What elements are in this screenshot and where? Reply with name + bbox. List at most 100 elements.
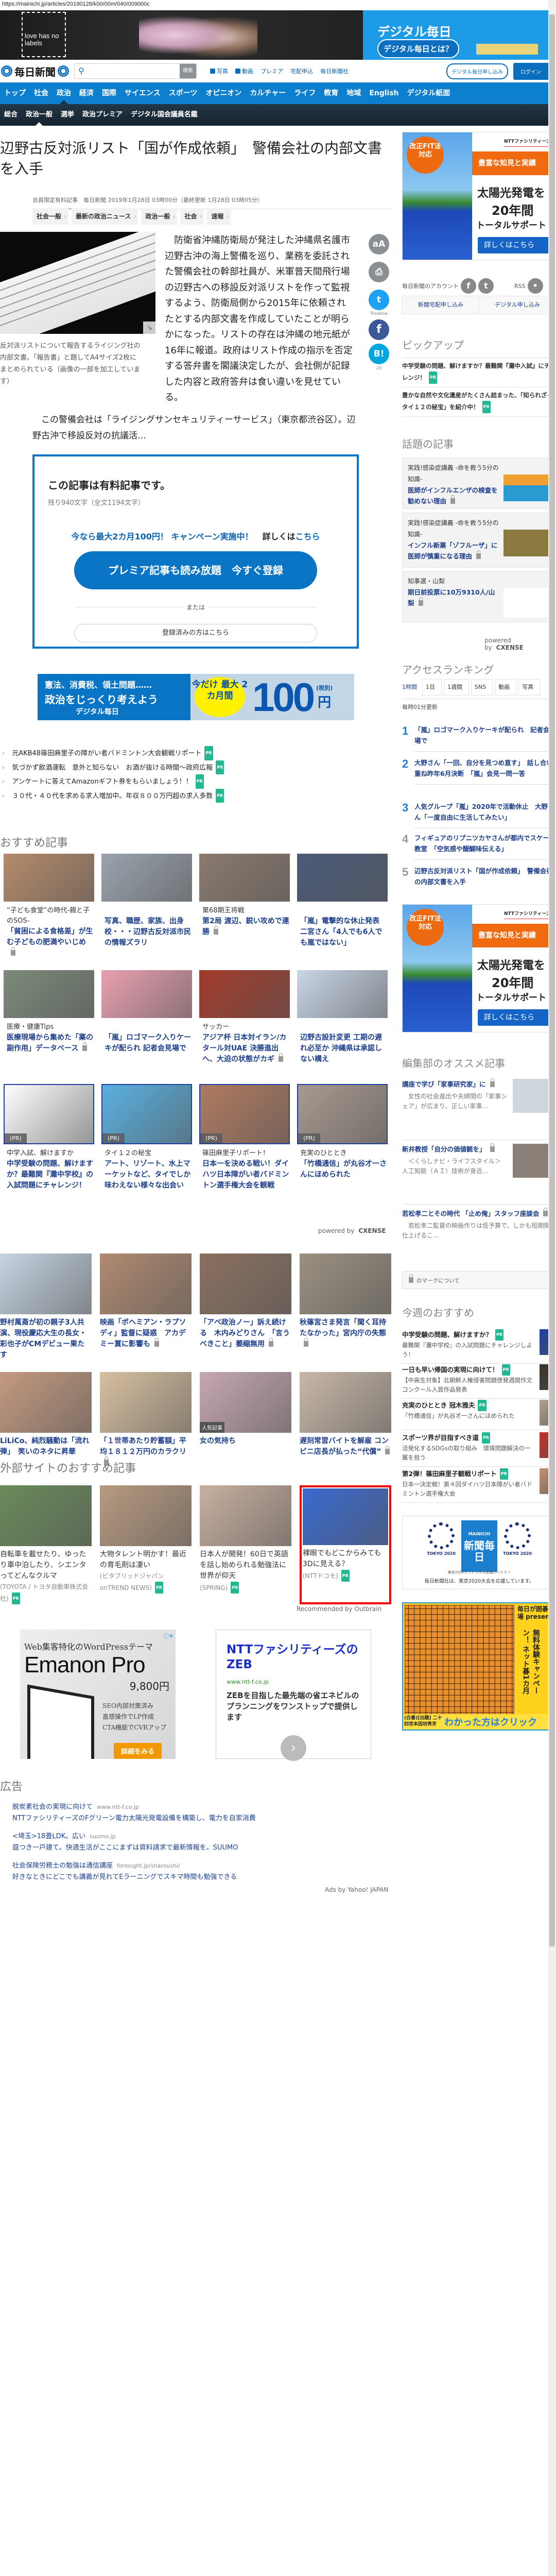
pr-card[interactable]: (PR) 中学入試、解けますか 中学受験の問題、解けますか？最難関『灘中学校』の… bbox=[4, 1084, 94, 1191]
rss-icon[interactable]: • bbox=[527, 278, 543, 294]
registered-login-button[interactable]: 登録済みの方はこちら bbox=[74, 624, 317, 642]
scrollbar-thumb[interactable] bbox=[549, 14, 555, 1946]
nav-item[interactable]: トップ bbox=[0, 82, 30, 104]
details-link[interactable]: こちら bbox=[296, 532, 320, 541]
recommended-card[interactable]: 辺野古設計変更 工期の遅れ必至か 沖縄県は承認しない構え bbox=[297, 970, 388, 1065]
twitter-icon[interactable]: t bbox=[478, 278, 494, 294]
outbrain-card[interactable]: 大物タレント明かす！最近の育毛剤は凄い (ビタブリッドジャパン onTREND … bbox=[100, 1485, 192, 1604]
weekly-item[interactable]: 充実のひととき 冠木雅夫 PR 「竹橋通信」が丸谷才一さんにほめられた bbox=[402, 1400, 548, 1430]
emanon-pro-ad[interactable]: ⓘ✕ Web集客特化のWordPressテーマ Emanon Pro 9,800… bbox=[20, 1630, 176, 1759]
more-article-card[interactable]: 遅刻常習バイトを解雇 コンビニ店長が払った“代償” bbox=[300, 1372, 391, 1468]
nav-item[interactable]: 政治 bbox=[53, 82, 75, 104]
pickup-item[interactable]: 豊かな自然や文化遺産がたくさん詰まった、「知られざるタイ１２の秘宝」を紹介中！ P… bbox=[402, 387, 548, 417]
nav-item[interactable]: 経済 bbox=[75, 82, 98, 104]
pr-link[interactable]: 気づかず飲酒運転 意外と知らない お酒が抜ける時間～政府広報PR bbox=[0, 760, 360, 774]
font-size-button[interactable]: aA bbox=[369, 234, 389, 255]
tag-link[interactable]: 政治一般 bbox=[141, 208, 178, 225]
subnav-item[interactable]: 総合 bbox=[0, 104, 22, 126]
recommended-card[interactable]: 「嵐」ロゴマーク入りケーキが配られ 記者会見場で bbox=[101, 970, 192, 1065]
nav-item[interactable]: 社会 bbox=[30, 82, 53, 104]
yahoo-ads-credit[interactable]: Ads by Yahoo! JAPAN bbox=[325, 1886, 388, 1893]
recommended-card[interactable]: サッカー アジア杯 日本対イラン/カタール対UAE 決勝進出へ、大迫の状態がカギ bbox=[199, 970, 290, 1065]
ad-button[interactable]: 詳しくはこちら bbox=[478, 237, 548, 253]
topic-card[interactable]: 実践!感染症講義 -命を救う5分の知識- 医師がインフルエンザの検査を勧めない理由 bbox=[402, 457, 548, 509]
tag-link[interactable]: 社会一般 bbox=[32, 208, 69, 225]
outbrain-card[interactable]: 裸眼でもどこからみても3Dに見える？ (NTTドコモ) PR bbox=[300, 1485, 391, 1604]
solar-ad[interactable]: 改正FIT法対応 NTTファシリティーズ 豊富な知見と実績 太陽光発電を 20年… bbox=[402, 904, 548, 1032]
recommended-card[interactable]: 写真、職歴、家族、出身校・・・辺野古反対派市民の情報ズラリ bbox=[101, 854, 192, 959]
powered-by-cxense[interactable]: powered by CXENSE bbox=[318, 1227, 386, 1234]
subnav-item[interactable]: デジタル国会議員名鑑 bbox=[127, 104, 202, 126]
expand-icon[interactable]: ↘ bbox=[143, 321, 155, 334]
pr-card[interactable]: (PR) 篠田麻里子リポート！ 日本一を決める戦い！ダイハツ日本障がい者バドミン… bbox=[199, 1084, 290, 1191]
pickup-item[interactable]: 中学受験の問題、解けますか？最難関『灘中入試』にチャレンジ！ PR bbox=[402, 358, 548, 387]
tag-link[interactable]: 最新の政治ニュース bbox=[72, 208, 138, 225]
ranking-item[interactable]: 5 辺野古反対派リスト「国が作成依頼」 警備会社の内部文書を入手 bbox=[402, 866, 548, 892]
tab-1week[interactable]: 1週間 bbox=[444, 679, 469, 696]
go-puzzle-ad[interactable]: 毎日が囲碁道場 presents 無料体験キャンペーン！ ネット碁1カ月 (白番… bbox=[402, 1602, 548, 1731]
digital-campaign-banner[interactable]: 憲法、消費税、領土問題…… 政治をじっくり考えよう デジタル毎日 今だけ 最大 … bbox=[38, 674, 354, 720]
pr-link[interactable]: ３０代・４０代を求める求人増加中。年収８００万円超の求人多数PR bbox=[0, 788, 360, 803]
editor-pick[interactable]: 講座で学び「家事研究家」に 女性の社会進出や夫婦間の「家事シェア」が広まり、正しい… bbox=[402, 1078, 548, 1113]
editor-pick[interactable]: 新井教授「自分の価値観を」 ＜くらしナビ・ライフスタイル＞ 人工知能（ＡＩ）技術が… bbox=[402, 1143, 548, 1178]
weekly-item[interactable]: 一日も早い帰国の実現に向けて！ PR 【中高生対象】北朝鮮人権侵害問題啓発週間作文コ… bbox=[402, 1364, 548, 1399]
print-icon[interactable]: ⎙ bbox=[369, 262, 389, 282]
tag-link[interactable]: 社会 bbox=[180, 208, 204, 225]
subscribe-button[interactable]: プレミア記事も読み放題 今すぐ登録 bbox=[74, 551, 317, 589]
video-link[interactable]: 動画 bbox=[235, 67, 253, 75]
weekly-item[interactable]: 中学受験の問題、解けますか？ PR 最難関『灘中学校』の入試問題にチャレンジしよう！ bbox=[402, 1329, 548, 1364]
pr-link[interactable]: アンケートに答えてAmazonギフト券をもらいましょう！！PR bbox=[0, 774, 360, 789]
tab-sns[interactable]: SNS bbox=[471, 679, 493, 696]
weekly-item[interactable]: 第2弾！篠田麻里子観戦リポート PR 日本一決定戦！第４回ダイハツ日本障がい者バドミ… bbox=[402, 1468, 548, 1503]
nav-item[interactable]: オピニオン bbox=[201, 82, 246, 104]
text-ad[interactable]: 脱炭素社会の実現に向けて www.ntt-f.co.jp NTTファシリティーズの… bbox=[12, 1802, 256, 1824]
nav-item[interactable]: 地域 bbox=[342, 82, 365, 104]
powered-by-cxense[interactable]: powered by CXENSE bbox=[484, 637, 548, 651]
tab-photo[interactable]: 写真 bbox=[518, 679, 541, 696]
subnav-item[interactable]: 政治プレミア bbox=[78, 104, 127, 126]
photo-link[interactable]: 写真 bbox=[210, 67, 228, 75]
more-article-card[interactable]: LiLiCo、純烈騒動は「流れ弾」 笑いのネタに昇華 bbox=[0, 1372, 92, 1468]
site-logo[interactable]: 毎日新聞 bbox=[1, 64, 69, 79]
subnav-item[interactable]: 政治一般 bbox=[22, 104, 57, 126]
ranking-item[interactable]: 2 大野さん「一回、自分を見つめ直す」 話し合い重ね昨年6月決断 「嵐」会見一問一… bbox=[402, 757, 548, 785]
more-article-card[interactable]: 「アベ政治ノー」訴え続ける 木内みどりさん 「言うべきこと」萎縮無用 bbox=[200, 1253, 291, 1361]
more-article-card[interactable]: 野村萬斎が初の親子3人共演、現役慶応大生の長女・彩也子がCMデビュー果たす bbox=[0, 1253, 92, 1361]
recommended-card[interactable]: “子ども食堂”の時代-親と子のSOS- 「貧困による食格差」が生む子どもの肥満や… bbox=[4, 854, 94, 959]
company-link[interactable]: 毎日新聞社 bbox=[320, 67, 349, 75]
nav-item[interactable]: カルチャー bbox=[246, 82, 290, 104]
topic-card[interactable]: 知事選・山梨 期日前投票に10万9310人/山梨 bbox=[402, 571, 548, 622]
article-photo[interactable]: ↘ bbox=[0, 232, 155, 334]
nav-item[interactable]: サイエンス bbox=[120, 82, 165, 104]
more-article-card[interactable]: 映画「ボヘミアン・ラプソディ」監督に疑惑 アカデミー賞に影響も bbox=[100, 1253, 192, 1361]
love-has-no-labels-ad[interactable]: love has no labels bbox=[0, 10, 363, 60]
nav-item[interactable]: 国際 bbox=[98, 82, 120, 104]
pr-link[interactable]: 元AKB48篠田麻里子の障がい者バドミントン大会観戦リポートPR bbox=[0, 746, 360, 760]
ad-close-icon[interactable]: ⓘ✕ bbox=[163, 1632, 173, 1640]
ad-button[interactable]: 詳しくはこちら bbox=[478, 1009, 548, 1026]
address-bar-url[interactable]: https://mainichi.jp/articles/20190128/k0… bbox=[2, 1, 150, 7]
editor-pick[interactable]: 若松孝二とその時代 「止め俺」スタッフ座談会 若松孝二監督の映画作りは低予算で、し… bbox=[402, 1208, 548, 1241]
search-input[interactable] bbox=[88, 64, 180, 78]
more-article-card[interactable]: 「１世帯あたり貯蓄額」平均１８１２万円のカラクリ bbox=[100, 1372, 192, 1468]
tab-1day[interactable]: 1日 bbox=[422, 679, 442, 696]
chevron-right-icon[interactable]: › bbox=[281, 1735, 306, 1761]
tag-link[interactable]: 速報 bbox=[207, 208, 231, 225]
ranking-item[interactable]: 3 人気グループ「嵐」2020年で活動休止 大野さん「一度自由に生活してみたい」 bbox=[402, 801, 548, 828]
tokyo2020-partner-banner[interactable]: TOKYO 2020 MAINICHI 新聞毎日 TOKYO 2020 東京202… bbox=[402, 1516, 548, 1589]
delivery-signup-button[interactable]: 新聞宅配申し込み bbox=[403, 296, 479, 314]
digital-signup-button[interactable]: デジタル申し込み bbox=[479, 296, 548, 314]
more-article-card[interactable]: 秋篠宮さま発言「聞く耳持たなかった」宮内庁の失態 bbox=[300, 1253, 391, 1361]
recommended-card[interactable]: 第68期王将戦 第2局 渡辺、鋭い攻めで連勝 bbox=[199, 854, 290, 959]
text-ad[interactable]: <埼玉>18畳LDK。広い suumo.jp 庭つき一戸建て。快適生活がここにまず… bbox=[12, 1831, 256, 1854]
vertical-scrollbar[interactable]: ▲ bbox=[548, 0, 556, 2576]
outbrain-credit[interactable]: Recommended by Outbrain bbox=[297, 1605, 381, 1613]
more-article-card[interactable]: 人気記事 女の気持ち bbox=[200, 1372, 291, 1468]
outbrain-card[interactable]: 日本人が開発！60日で英語を話し始められる勉強法に世界が仰天 (SPRING) P… bbox=[200, 1485, 291, 1604]
ranking-item[interactable]: 4 フィギュアのリプニツカヤさんが都内でスケート教室 「空気感や醍醐味伝える」 bbox=[402, 833, 548, 860]
topic-card[interactable]: 実践!感染症講義 -命を救う5分の知識- インフル新薬「ゾフルーザ」に医師が慎重に… bbox=[402, 513, 548, 568]
premier-link[interactable]: プレミア bbox=[260, 67, 283, 75]
nav-item[interactable]: ライフ bbox=[290, 82, 320, 104]
lock-mark-info[interactable]: のマークについて bbox=[402, 1271, 548, 1289]
ad-details-button[interactable]: 詳細をみる bbox=[114, 1743, 162, 1759]
